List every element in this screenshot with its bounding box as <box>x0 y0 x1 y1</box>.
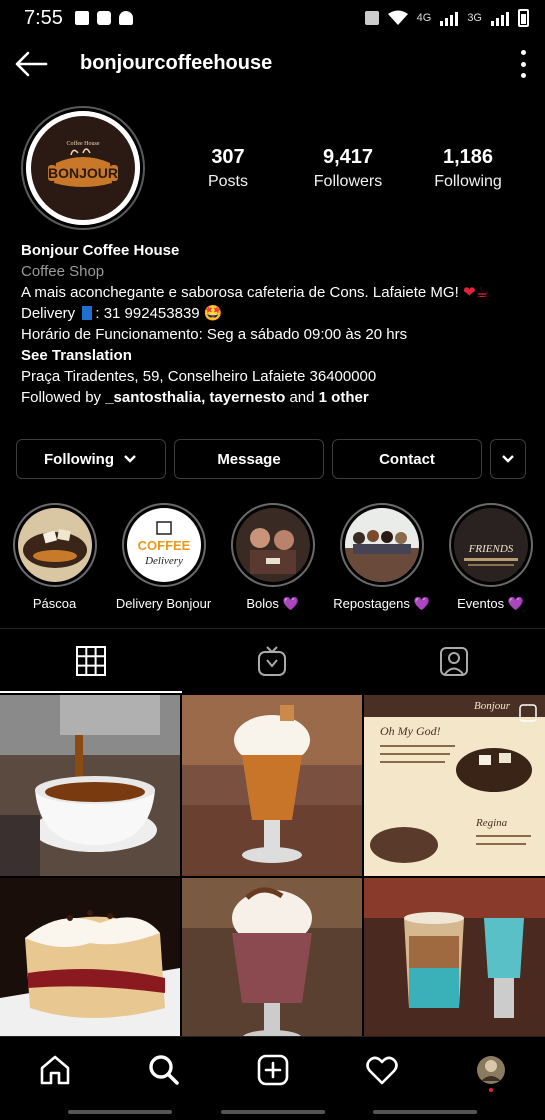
category-label: Coffee Shop <box>21 263 105 280</box>
back-arrow-icon <box>15 51 48 77</box>
contact-button[interactable]: Contact <box>332 439 482 479</box>
profile-avatar-icon <box>476 1055 505 1084</box>
posts-count[interactable]: 307 Posts <box>168 146 288 191</box>
notification-icon <box>118 11 133 25</box>
story-highlights: Páscoa COFFEE Delivery Delivery Bonjour B… <box>0 503 545 613</box>
following-count[interactable]: 1,186 Following <box>408 146 528 191</box>
search-icon <box>148 1054 179 1085</box>
bio-line-3: Horário de Funcionamento: Seg a sábado 0… <box>21 326 408 343</box>
highlight-image <box>17 508 92 582</box>
gallery-icon <box>74 11 89 25</box>
followers-count[interactable]: 9,417 Followers <box>288 146 408 191</box>
signal-icon-2 <box>491 10 509 26</box>
signal-icon <box>440 10 459 26</box>
followed-by[interactable]: Followed by _santosthalia, tayernesto an… <box>21 387 531 408</box>
post-thumbnail[interactable] <box>0 695 180 876</box>
more-vert-icon <box>520 50 526 55</box>
chevron-down-icon <box>502 455 514 463</box>
see-translation-link[interactable]: See Translation <box>21 345 531 366</box>
following-button[interactable]: Following <box>16 439 166 479</box>
bonjour-logo: Coffee House BONJOUR <box>26 111 140 225</box>
network-label-3g: 3G <box>467 12 482 24</box>
battery-icon <box>518 9 529 27</box>
highlight-image: FRIENDS <box>453 508 528 582</box>
gesture-recent[interactable] <box>68 1110 172 1114</box>
gesture-home[interactable] <box>220 1110 325 1114</box>
highlight-image: COFFEE Delivery <box>126 508 201 582</box>
notification-dot <box>488 1087 493 1092</box>
profile-header: bonjourcoffeehouse <box>0 36 545 92</box>
highlight-eventos[interactable]: FRIENDS Eventos 💜 <box>436 503 545 613</box>
svg-text:Regina: Regina <box>475 817 508 829</box>
nav-home[interactable] <box>25 1045 85 1095</box>
profile-tabs <box>0 629 545 693</box>
post-thumbnail[interactable] <box>0 878 180 1059</box>
posts-grid: Bonjour Oh My God! Regina <box>0 695 545 1059</box>
back-button[interactable] <box>14 50 48 78</box>
tab-igtv[interactable] <box>182 629 364 693</box>
profile-action-buttons: Following Message Contact <box>16 439 528 479</box>
display-name: Bonjour Coffee House <box>21 242 180 259</box>
chevron-down-icon <box>124 455 136 463</box>
highlight-repostagens[interactable]: Repostagens 💜 <box>327 503 436 613</box>
post-thumbnail[interactable]: Bonjour Oh My God! Regina <box>364 695 545 876</box>
nav-search[interactable] <box>134 1045 194 1095</box>
profile-bio: Bonjour Coffee House Coffee Shop A mais … <box>21 240 531 408</box>
bottom-navigation <box>0 1036 545 1102</box>
address-link[interactable]: Praça Tiradentes, 59, Conselheiro Lafaie… <box>21 366 531 387</box>
highlight-image <box>344 508 419 582</box>
profile-avatar[interactable]: Coffee House BONJOUR <box>21 106 145 230</box>
avatar: Coffee House BONJOUR <box>26 111 140 225</box>
grid-icon <box>75 646 106 676</box>
nav-new-post[interactable] <box>243 1045 303 1095</box>
profile-username: bonjourcoffeehouse <box>80 52 273 74</box>
svg-text:BONJOUR: BONJOUR <box>48 165 118 181</box>
bio-line-2: Delivery : 31 992453839 🤩 <box>21 305 223 322</box>
system-gesture-bar <box>0 1104 545 1120</box>
network-label-4g: 4G <box>416 12 432 24</box>
heart-icon <box>365 1056 398 1084</box>
highlight-bolos[interactable]: Bolos 💜 <box>218 503 327 613</box>
post-thumbnail[interactable] <box>182 695 362 876</box>
svg-text:Coffee House: Coffee House <box>66 140 99 147</box>
nav-activity[interactable] <box>352 1045 412 1095</box>
tab-tagged[interactable] <box>363 629 545 693</box>
tagged-icon <box>439 647 468 676</box>
bio-line-1: A mais aconchegante e saborosa cafeteria… <box>21 284 489 301</box>
svg-text:FRIENDS: FRIENDS <box>467 543 513 555</box>
gesture-back[interactable] <box>373 1110 477 1114</box>
highlight-delivery-bonjour[interactable]: COFFEE Delivery Delivery Bonjour <box>109 503 218 613</box>
cast-icon <box>96 11 111 25</box>
highlight-image <box>235 508 310 582</box>
home-icon <box>40 1055 69 1084</box>
post-thumbnail[interactable] <box>364 878 545 1059</box>
wifi-icon <box>387 10 408 25</box>
svg-text:COFFEE: COFFEE <box>137 538 190 553</box>
add-icon <box>257 1054 288 1085</box>
status-bar: 7:55 4G 3G <box>0 0 545 36</box>
igtv-icon <box>258 646 287 676</box>
heart-coffee-emoji: ❤☕ <box>462 284 489 301</box>
post-thumbnail[interactable] <box>182 878 362 1059</box>
mute-icon <box>364 11 379 25</box>
status-time: 7:55 <box>24 6 63 29</box>
tab-grid[interactable] <box>0 629 182 693</box>
profile-stats: 307 Posts 9,417 Followers 1,186 Followin… <box>168 146 528 191</box>
more-options-button[interactable] <box>519 50 527 78</box>
message-button[interactable]: Message <box>174 439 324 479</box>
nav-profile[interactable] <box>461 1045 521 1095</box>
svg-text:Delivery: Delivery <box>144 555 183 567</box>
highlight-pascoa[interactable]: Páscoa <box>0 503 109 613</box>
svg-text:Oh My God!: Oh My God! <box>380 724 441 738</box>
svg-text:Bonjour: Bonjour <box>474 700 511 712</box>
phone-emoji-icon <box>82 306 93 320</box>
suggested-dropdown-button[interactable] <box>490 439 526 479</box>
